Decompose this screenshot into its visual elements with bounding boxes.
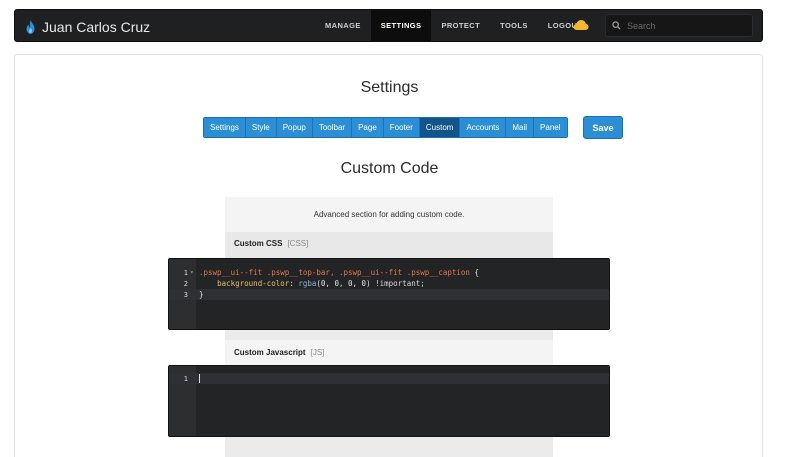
css-args: (0, 0, 0, 0) [316, 279, 371, 288]
css-function: rgba [298, 279, 317, 288]
tab-popup[interactable]: Popup [276, 118, 313, 137]
nav-link-settings[interactable]: SETTINGS [370, 10, 432, 41]
settings-card: Settings Settings Style Popup Toolbar Pa… [14, 54, 763, 457]
css-selector: .pswp__ui--fit .pswp__top-bar, .pswp__ui… [199, 268, 470, 277]
search-icon [612, 21, 621, 30]
open-brace: { [469, 268, 479, 277]
code-text: } [199, 290, 204, 299]
line-number: 3 [183, 290, 188, 299]
panel-spacer [225, 437, 553, 457]
line-number: 1 [183, 374, 188, 383]
flame-icon [26, 19, 35, 34]
tab-accounts[interactable]: Accounts [460, 118, 507, 137]
tab-toolbar[interactable]: Toolbar [312, 118, 353, 137]
text-cursor [199, 374, 200, 384]
top-navbar: Juan Carlos Cruz MANAGE SETTINGS PROTECT… [14, 9, 763, 42]
tab-panel[interactable]: Panel [534, 118, 567, 137]
search-box [605, 14, 753, 37]
css-tag: [CSS] [287, 238, 309, 248]
section-title: Custom Code [340, 160, 439, 177]
search-input[interactable] [627, 20, 747, 31]
custom-js-title: Custom Javascript [234, 348, 306, 357]
custom-css-label: Custom CSS [CSS] [225, 232, 553, 254]
tab-style[interactable]: Style [245, 118, 277, 137]
code-text [196, 374, 200, 384]
panel-spacer [225, 330, 553, 340]
main-nav: MANAGE SETTINGS PROTECT TOOLS LOGOUT [315, 10, 592, 41]
save-button[interactable]: Save [583, 116, 623, 139]
brand-name: Juan Carlos Cruz [42, 18, 151, 35]
section-description: Advanced section for adding custom code. [225, 197, 553, 232]
tab-page[interactable]: Page [352, 118, 384, 137]
nav-link-tools[interactable]: TOOLS [490, 10, 538, 41]
code-text: background-color: rgba(0, 0, 0, 0) !impo… [196, 279, 425, 288]
cloud-icon[interactable] [573, 19, 589, 31]
code-line[interactable]: 1 [169, 373, 609, 384]
custom-css-title: Custom CSS [234, 238, 283, 248]
custom-js-label: Custom Javascript [JS] [225, 340, 553, 365]
brand[interactable]: Juan Carlos Cruz [25, 10, 150, 43]
js-tag: [JS] [310, 348, 325, 357]
tab-custom[interactable]: Custom [419, 118, 461, 137]
fold-arrow-icon[interactable]: ▾ [188, 269, 196, 276]
custom-css-editor[interactable]: 1 ▾ .pswp__ui--fit .pswp__top-bar, .pswp… [168, 258, 610, 330]
code-line[interactable]: 1 ▾ .pswp__ui--fit .pswp__top-bar, .pswp… [169, 267, 609, 278]
custom-js-editor[interactable]: 1 [168, 365, 610, 437]
line-number: 2 [183, 279, 188, 288]
code-line[interactable]: 2 background-color: rgba(0, 0, 0, 0) !im… [169, 278, 609, 289]
colon: : [289, 279, 299, 288]
line-number: 1 [183, 268, 188, 277]
nav-link-protect[interactable]: PROTECT [431, 10, 490, 41]
tab-settings[interactable]: Settings [204, 118, 246, 137]
nav-link-manage[interactable]: MANAGE [315, 10, 371, 41]
code-line[interactable]: 3 } [169, 289, 609, 300]
tab-mail[interactable]: Mail [506, 118, 535, 137]
page-title: Settings [360, 79, 419, 96]
code-text: .pswp__ui--fit .pswp__top-bar, .pswp__ui… [196, 268, 479, 277]
tab-footer[interactable]: Footer [383, 118, 420, 137]
css-property: background-color [217, 279, 290, 288]
settings-tabs: Settings Style Popup Toolbar Page Footer… [203, 117, 568, 138]
css-important: !important; [370, 279, 425, 288]
